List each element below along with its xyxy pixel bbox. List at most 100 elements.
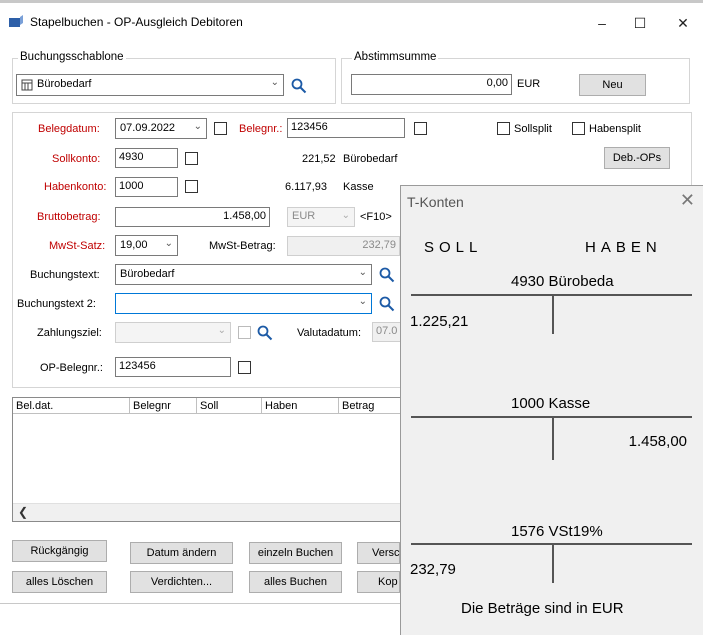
t-accounts-footer: Die Beträge sind in EUR (461, 600, 624, 617)
mwst-satz-value: 19,00 (120, 239, 148, 251)
op-belegnr-label: OP-Belegnr.: (40, 362, 103, 374)
search-icon[interactable] (291, 78, 307, 94)
window-title: Stapelbuchen - OP-Ausgleich Debitoren (30, 15, 243, 29)
habensplit-label: Habensplit (589, 123, 641, 135)
t-account-divider (552, 294, 554, 334)
undo-button[interactable]: Rückgängig (12, 540, 107, 562)
habenkonto-field[interactable]: 1000 (115, 177, 178, 197)
buchungstext2-label: Buchungstext 2: (17, 298, 96, 310)
t-account-soll-value: 1.225,21 (410, 313, 469, 330)
t-accounts-title: T-Konten (407, 194, 464, 210)
belegdatum-checkbox[interactable] (214, 122, 227, 135)
chevron-down-icon: ⌄ (270, 77, 279, 88)
minimize-button[interactable]: – (582, 9, 622, 37)
t-account-soll-value: 232,79 (410, 561, 456, 578)
search-icon[interactable] (379, 296, 395, 312)
column-header[interactable]: Bel.dat. (13, 398, 130, 414)
template-icon (21, 79, 33, 91)
app-icon (9, 15, 23, 27)
sollsplit-checkbox[interactable] (497, 122, 510, 135)
sollsplit-label: Sollsplit (514, 123, 552, 135)
haben-header: HABEN (585, 239, 662, 256)
belegdatum-label: Belegdatum: (38, 123, 100, 135)
abstimm-currency: EUR (517, 78, 541, 90)
maximize-button[interactable]: ☐ (620, 9, 660, 37)
belegnr-label: Belegnr.: (239, 123, 283, 135)
divider (0, 603, 400, 604)
habenkonto-balance: 6.117,93 (285, 181, 328, 193)
template-group-label: Buchungsschablone (18, 51, 126, 63)
t-account-title: 4930 Bürobeda (511, 273, 614, 290)
mwst-betrag-field: 232,79 (287, 236, 400, 256)
zahlungsziel-label: Zahlungsziel: (37, 327, 102, 339)
sollkonto-label: Sollkonto: (52, 153, 101, 165)
t-accounts-window[interactable]: T-Konten ✕ SOLL HABEN 4930 Bürobeda 1.22… (400, 185, 703, 635)
sollkonto-balance: 221,52 (302, 153, 336, 165)
move-button[interactable]: Versc (357, 542, 400, 564)
search-icon[interactable] (379, 267, 395, 283)
horizontal-scrollbar[interactable]: ❮ (13, 503, 401, 521)
belegdatum-field[interactable]: 07.09.2022 ⌄ (115, 118, 207, 139)
column-header[interactable]: Belegnr (130, 398, 197, 414)
op-belegnr-field[interactable]: 123456 (115, 357, 231, 377)
chevron-down-icon: ⌄ (358, 296, 367, 307)
soll-header: SOLL (424, 239, 483, 256)
chevron-down-icon: ⌄ (164, 238, 173, 249)
buchungstext-label: Buchungstext: (30, 269, 100, 281)
change-date-button[interactable]: Datum ändern (130, 542, 233, 564)
t-account-title: 1000 Kasse (511, 395, 591, 412)
currency-value: EUR (292, 210, 316, 222)
bruttobetrag-field[interactable]: 1.458,00 (115, 207, 270, 227)
template-select[interactable]: Bürobedarf ⌄ (16, 74, 284, 96)
close-icon[interactable]: ✕ (680, 190, 695, 211)
belegnr-field[interactable]: 123456 (287, 118, 405, 138)
chevron-down-icon: ⌄ (358, 267, 367, 278)
zahlungsziel-select[interactable]: ⌄ (115, 322, 231, 343)
mwst-satz-label: MwSt-Satz: (49, 240, 106, 252)
f10-hint: <F10> (360, 211, 392, 223)
title-bar: Stapelbuchen - OP-Ausgleich Debitoren – … (0, 0, 703, 36)
column-header[interactable]: Betrag (339, 398, 401, 414)
t-account-title: 1576 VSt19% (511, 523, 603, 540)
valutadatum-label: Valutadatum: (297, 327, 362, 339)
op-belegnr-checkbox[interactable] (238, 361, 251, 374)
t-account-haben-value: 1.458,00 (628, 433, 687, 450)
template-value: Bürobedarf (37, 78, 92, 90)
belegdatum-value: 07.09.2022 (120, 122, 176, 134)
habensplit-checkbox[interactable] (572, 122, 585, 135)
currency-select[interactable]: EUR ⌄ (287, 207, 355, 227)
habenkonto-label: Habenkonto: (44, 181, 107, 193)
habenkonto-name: Kasse (343, 181, 374, 193)
post-single-button[interactable]: einzeln Buchen (249, 542, 342, 564)
copy-button[interactable]: Kop (357, 571, 400, 593)
t-account-divider (552, 543, 554, 583)
mwst-betrag-label: MwSt-Betrag: (209, 240, 276, 252)
sollkonto-checkbox[interactable] (185, 152, 198, 165)
delete-all-button[interactable]: alles Löschen (12, 571, 107, 593)
column-header[interactable]: Haben (262, 398, 339, 414)
deb-ops-button[interactable]: Deb.-OPs (604, 147, 670, 169)
sollkonto-field[interactable]: 4930 (115, 148, 178, 168)
new-button[interactable]: Neu (579, 74, 646, 96)
chevron-down-icon: ⌄ (193, 121, 202, 132)
bruttobetrag-label: Bruttobetrag: (37, 211, 101, 223)
belegnr-checkbox[interactable] (414, 122, 427, 135)
mwst-satz-select[interactable]: 19,00 ⌄ (115, 235, 178, 256)
abstimm-group-label: Abstimmsumme (352, 51, 439, 63)
buchungstext-select[interactable]: Bürobedarf ⌄ (115, 264, 372, 285)
habenkonto-checkbox[interactable] (185, 180, 198, 193)
t-account-divider (552, 416, 554, 460)
buchungstext2-select[interactable]: ⌄ (115, 293, 372, 314)
zahlungsziel-checkbox[interactable] (238, 326, 251, 339)
close-button[interactable]: ✕ (663, 9, 703, 37)
post-all-button[interactable]: alles Buchen (249, 571, 342, 593)
scroll-left-icon[interactable]: ❮ (18, 505, 28, 519)
buchungstext-value: Bürobedarf (120, 268, 175, 280)
column-header[interactable]: Soll (197, 398, 262, 414)
table-header: Bel.dat. Belegnr Soll Haben Betrag (13, 398, 401, 414)
search-icon[interactable] (257, 325, 273, 341)
chevron-down-icon: ⌄ (341, 210, 350, 221)
abstimm-sum-field[interactable]: 0,00 (351, 74, 512, 95)
compress-button[interactable]: Verdichten... (130, 571, 233, 593)
booking-table[interactable]: Bel.dat. Belegnr Soll Haben Betrag ❮ (12, 397, 402, 522)
